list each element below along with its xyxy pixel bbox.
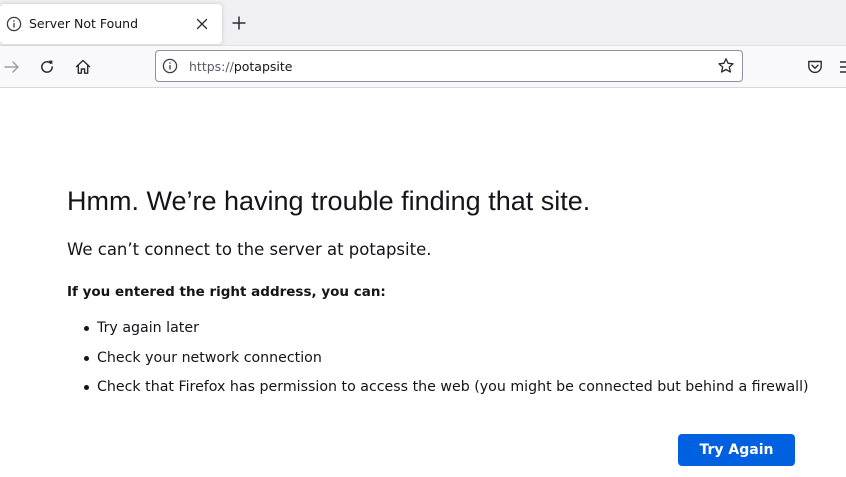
navigation-toolbar: https://potapsite [0,46,846,88]
reload-icon[interactable] [38,58,56,76]
close-icon[interactable] [196,18,208,30]
menu-icon[interactable] [838,58,846,76]
bullet-icon [84,385,89,390]
info-icon[interactable] [162,58,178,74]
error-page: Hmm. We’re having trouble finding that s… [0,88,846,477]
bookmark-star-icon[interactable] [717,57,735,75]
tab-server-not-found[interactable]: Server Not Found [0,4,222,44]
tab-strip: Server Not Found [0,0,846,46]
error-description: We can’t connect to the server at potaps… [67,240,432,259]
suggestion-text: Check that Firefox has permission to acc… [97,379,809,395]
url-text[interactable]: https://potapsite [189,58,292,76]
list-item: Try again later [67,318,809,348]
suggestion-text: Check your network connection [97,349,322,366]
url-bar[interactable]: https://potapsite [155,50,743,82]
bullet-icon [84,355,89,361]
suggestion-text: Try again later [97,320,199,336]
suggestion-list: Try again later Check your network conne… [67,318,809,407]
try-again-button[interactable]: Try Again [678,434,795,466]
error-title: Hmm. We’re having trouble finding that s… [67,186,591,216]
pocket-icon[interactable] [806,58,824,76]
forward-arrow-icon[interactable] [3,58,21,76]
plus-icon[interactable] [232,16,246,30]
bullet-icon [84,326,89,331]
home-icon[interactable] [74,58,92,76]
url-host: potapsite [233,59,293,74]
info-icon [6,16,22,32]
list-item: Check your network connection [67,348,809,378]
error-hint: If you entered the right address, you ca… [67,284,386,300]
tab-title: Server Not Found [29,16,139,31]
url-scheme: https:// [189,59,234,74]
list-item: Check that Firefox has permission to acc… [67,377,809,407]
